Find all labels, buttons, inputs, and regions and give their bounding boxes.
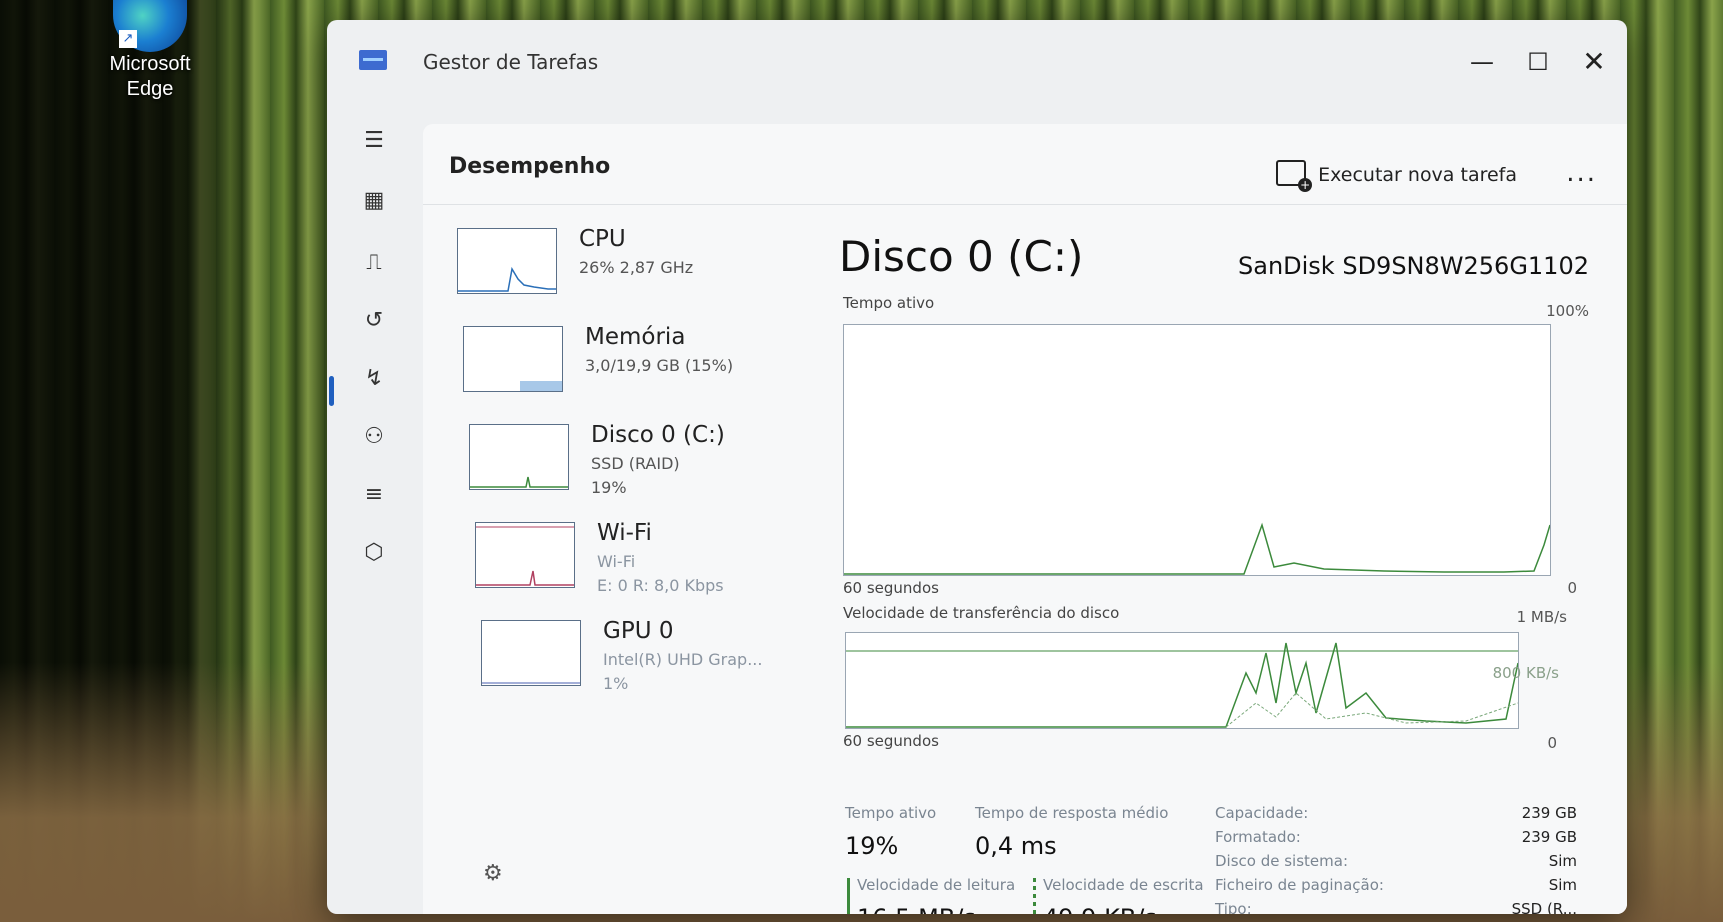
run-task-icon [1276,160,1313,192]
title-bar[interactable]: Gestor de Tarefas — ☐ ✕ [327,20,1627,100]
processes-icon[interactable]: ▦ [357,184,391,218]
edge-icon: ↗ [113,0,187,52]
settings-gear-icon[interactable]: ⚙ [483,861,503,886]
active-time-graph-label: Tempo ativo [843,294,935,312]
app-history-icon[interactable]: ↺ [357,304,391,338]
disk-model: SanDisk SD9SN8W256G1102 [1238,252,1589,280]
active-time-graph-max: 100% [1546,302,1589,320]
read-speed-label: Velocidade de leitura [857,876,1016,894]
window-title: Gestor de Tarefas [423,50,599,74]
disk-thumbnail-graph [469,424,569,490]
cpu-sparkline [458,266,556,292]
transfer-rate-graph-timespan: 60 segundos [843,732,939,750]
property-value: SSD (R... [1511,900,1577,914]
close-button[interactable]: ✕ [1569,42,1619,82]
task-manager-window: Gestor de Tarefas — ☐ ✕ ☰ ▦ ⎍ ↺ ↯ ⚇ ≡ ⬡ … [327,20,1627,914]
disk-sparkline [470,476,568,488]
sidebar: ☰ ▦ ⎍ ↺ ↯ ⚇ ≡ ⬡ [327,100,423,914]
header: Desempenho Executar nova tarefa ... [423,124,1627,205]
perf-item-name: Memória [585,324,686,350]
write-speed-label: Velocidade de escrita [1043,876,1204,894]
perf-item-cpu[interactable]: CPU 26% 2,87 GHz [447,224,787,322]
cpu-thumbnail-graph [457,228,557,294]
transfer-rate-graph-mid: 800 KB/s [1492,664,1559,682]
active-time-plot [844,522,1551,575]
perf-item-name: Wi-Fi [597,520,652,546]
performance-list: CPU 26% 2,87 GHz Memória 3,0/19,9 GB (15… [447,224,787,714]
write-speed-value: 49,9 KB/s [1043,904,1157,914]
perf-item-name: GPU 0 [603,618,674,644]
response-time-label: Tempo de resposta médio [975,804,1169,822]
property-value: 239 GB [1521,804,1577,822]
property-value: Sim [1548,876,1577,894]
task-manager-icon [359,50,387,70]
perf-item-value: 19% [591,478,627,497]
memory-thumbnail-graph [463,326,563,392]
wifi-thumbnail-graph [475,522,575,588]
wifi-sparkline [476,526,574,586]
perf-item-wifi[interactable]: Wi-Fi Wi-Fi E: 0 R: 8,0 Kbps [447,518,787,616]
more-options-button[interactable]: ... [1566,158,1597,188]
memory-sparkline [520,381,562,391]
transfer-rate-graph [845,632,1519,729]
users-icon[interactable]: ⚇ [357,420,391,454]
property-value: Sim [1548,852,1577,870]
property-label: Capacidade: [1215,804,1309,822]
perf-item-sub: Intel(R) UHD Grap... [603,650,763,669]
perf-item-disk[interactable]: Disco 0 (C:) SSD (RAID) 19% [447,420,787,518]
disk-title: Disco 0 (C:) [839,232,1084,281]
property-label: Disco de sistema: [1215,852,1349,870]
maximize-button[interactable]: ☐ [1513,42,1563,82]
active-time-graph [843,324,1551,576]
performance-icon[interactable]: ⎍ [357,246,391,280]
perf-item-gpu[interactable]: GPU 0 Intel(R) UHD Grap... 1% [447,616,787,714]
active-time-value: 19% [845,832,899,860]
transfer-rate-graph-min: 0 [1547,734,1557,752]
perf-item-sub: SSD (RAID) [591,454,680,473]
disk-stats: Tempo ativo 19% Tempo de resposta médio … [839,804,1597,914]
perf-item-name: Disco 0 (C:) [591,422,725,448]
perf-item-sub: Wi-Fi [597,552,636,571]
gpu-sparkline [482,682,580,684]
property-label: Formatado: [1215,828,1301,846]
active-time-label: Tempo ativo [845,804,937,822]
transfer-rate-plot [846,642,1519,728]
active-time-graph-timespan: 60 segundos [843,579,939,597]
details-icon[interactable]: ≡ [357,478,391,512]
perf-item-sub: 26% 2,87 GHz [579,258,694,277]
gpu-thumbnail-graph [481,620,581,686]
read-speed-value: 16,5 MB/s [857,904,976,914]
active-indicator [329,376,334,406]
desktop-icon-edge[interactable]: ↗ Microsoft Edge [95,0,205,102]
startup-apps-icon[interactable]: ↯ [357,362,391,396]
run-new-task-button[interactable]: Executar nova tarefa [1276,160,1517,192]
services-icon[interactable]: ⬡ [357,536,391,570]
shortcut-arrow-icon: ↗ [119,30,137,48]
minimize-button[interactable]: — [1457,42,1507,82]
property-value: 239 GB [1521,828,1577,846]
property-label: Ficheiro de paginação: [1215,876,1384,894]
transfer-rate-graph-label: Velocidade de transferência do disco [843,604,1120,622]
desktop-icon-label-1: Microsoft [109,53,191,75]
property-label: Tipo: [1215,900,1252,914]
run-task-label: Executar nova tarefa [1318,164,1517,186]
desktop-icon-label-2: Edge [126,78,174,100]
read-speed-indicator [847,878,850,914]
hamburger-menu-icon[interactable]: ☰ [357,124,391,158]
active-time-graph-min: 0 [1567,579,1577,597]
response-time-value: 0,4 ms [975,832,1057,860]
write-speed-indicator [1033,878,1036,914]
perf-item-memory[interactable]: Memória 3,0/19,9 GB (15%) [447,322,787,420]
perf-item-sub: 3,0/19,9 GB (15%) [585,356,734,375]
perf-item-name: CPU [579,226,626,252]
page-title: Desempenho [449,154,611,179]
content-pane: Desempenho Executar nova tarefa ... CPU … [423,124,1627,914]
perf-item-value: 1% [603,674,629,693]
transfer-rate-graph-max: 1 MB/s [1516,608,1567,626]
perf-item-value: E: 0 R: 8,0 Kbps [597,576,724,595]
